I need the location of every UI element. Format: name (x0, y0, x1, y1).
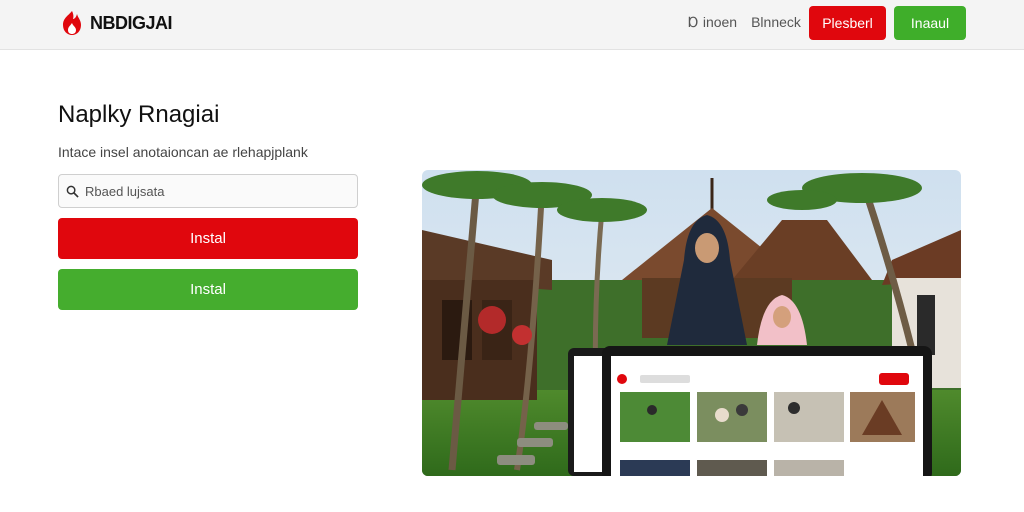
brand-name: NBDIGJAI (90, 12, 173, 33)
top-header: NBDIGJAI Ɒ inoen Blnneck Plesberl Inaaul (0, 0, 1024, 50)
hero-photo (422, 170, 961, 476)
install-red-button[interactable]: Instal (58, 218, 358, 259)
header-red-button[interactable]: Plesberl (809, 6, 886, 40)
search-input[interactable] (85, 183, 345, 199)
top-nav: Ɒ inoen Blnneck (688, 14, 801, 31)
install-green-button[interactable]: Instal (58, 269, 358, 310)
flame-logo-icon (63, 11, 81, 35)
page-subtitle: Intace insel anotaioncan ae rlehapjplank (58, 144, 308, 160)
page-title: Naplky Rnagiai (58, 101, 220, 128)
header-green-button[interactable]: Inaaul (894, 6, 966, 40)
brand-logo[interactable]: NBDIGJAI (58, 9, 173, 37)
search-icon (66, 185, 79, 198)
search-box[interactable] (58, 174, 358, 208)
nav-link-1[interactable]: Ɒ inoen (688, 14, 737, 31)
nav-link-2[interactable]: Blnneck (751, 14, 801, 31)
